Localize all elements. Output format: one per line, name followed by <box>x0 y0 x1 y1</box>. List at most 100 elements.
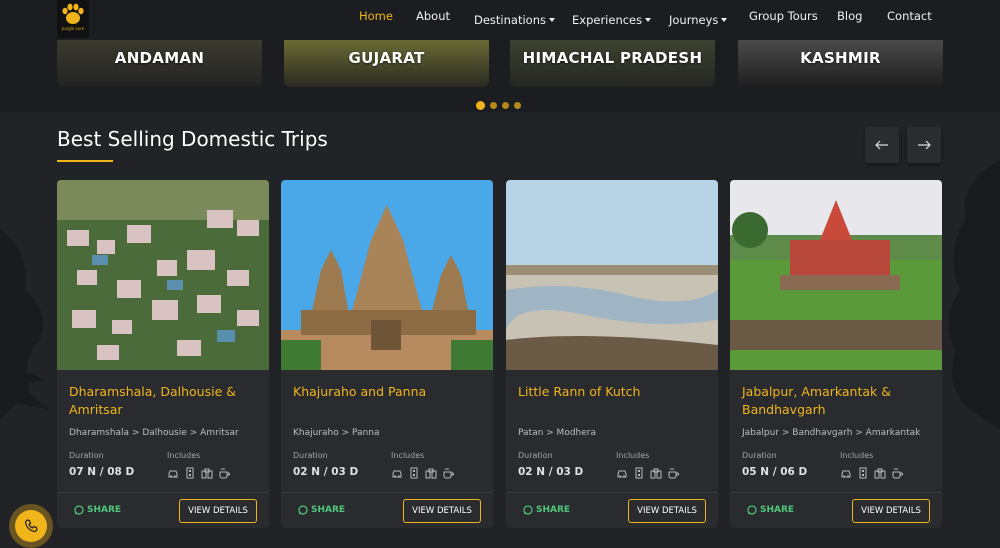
binoculars-icon <box>650 464 662 479</box>
view-details-button[interactable]: VIEW DETAILS <box>852 499 930 523</box>
duration-label: Duration <box>69 451 104 460</box>
trip-route: Khajuraho > Panna <box>293 428 380 438</box>
car-icon <box>391 464 403 478</box>
nav-about[interactable]: About <box>416 9 450 23</box>
nav-journeys[interactable]: Journeys <box>669 9 728 28</box>
brand-logo[interactable]: Jungle Lore <box>57 0 89 38</box>
trip-image <box>281 180 493 370</box>
trip-route: Dharamshala > Dalhousie > Amritsar <box>69 428 239 438</box>
carousel-dot[interactable] <box>502 102 509 109</box>
share-label: SHARE <box>536 505 571 515</box>
includes-icons <box>391 464 454 479</box>
chevron-down-icon <box>721 17 728 22</box>
view-details-button[interactable]: VIEW DETAILS <box>403 499 481 523</box>
nav-home[interactable]: Home <box>359 9 393 23</box>
hotel-icon <box>184 464 196 479</box>
includes-label: Includes <box>167 451 201 460</box>
destination-card-gujarat[interactable]: GUJARAT <box>284 40 489 87</box>
binoculars-icon <box>201 464 213 479</box>
car-icon <box>167 464 179 478</box>
card-footer: SHARE VIEW DETAILS <box>506 492 718 528</box>
duration-value: 05 N / 06 D <box>742 466 808 478</box>
carousel-dot[interactable] <box>476 101 485 110</box>
binoculars-icon <box>425 464 437 479</box>
trip-title[interactable]: Khajuraho and Panna <box>293 383 483 401</box>
includes-label: Includes <box>616 451 650 460</box>
car-icon <box>616 464 628 478</box>
view-details-button[interactable]: VIEW DETAILS <box>628 499 706 523</box>
carousel-dot[interactable] <box>490 102 497 109</box>
card-footer: SHARE VIEW DETAILS <box>57 492 269 528</box>
phone-icon <box>24 519 38 533</box>
share-label: SHARE <box>87 505 122 515</box>
trip-route: Jabalpur > Bandhavgarh > Amarkantak <box>742 428 921 438</box>
whatsapp-icon <box>74 505 84 515</box>
card-footer: SHARE VIEW DETAILS <box>730 492 942 528</box>
nav-destinations[interactable]: Destinations <box>474 9 555 28</box>
carousel-dots <box>476 101 521 110</box>
whatsapp-icon <box>747 505 757 515</box>
carousel-dot[interactable] <box>514 102 521 109</box>
destination-label: HIMACHAL PRADESH <box>522 49 703 67</box>
view-details-button[interactable]: VIEW DETAILS <box>179 499 257 523</box>
share-label: SHARE <box>311 505 346 515</box>
trip-card[interactable]: Little Rann of Kutch Patan > Modhera Dur… <box>506 180 718 528</box>
share-label: SHARE <box>760 505 795 515</box>
call-button[interactable] <box>9 504 53 548</box>
trip-image <box>506 180 718 370</box>
trip-title[interactable]: Jabalpur, Amarkantak & Bandhavgarh <box>742 383 932 419</box>
prev-button[interactable] <box>865 127 899 163</box>
destination-label: KASHMIR <box>800 49 881 67</box>
nav-experiences[interactable]: Experiences <box>572 9 652 28</box>
duration-value: 07 N / 08 D <box>69 466 135 478</box>
includes-icons <box>840 464 903 479</box>
chevron-down-icon <box>645 17 652 22</box>
whatsapp-icon <box>523 505 533 515</box>
binoculars-icon <box>874 464 886 479</box>
share-button[interactable]: SHARE <box>74 505 121 515</box>
trip-image <box>730 180 942 370</box>
meal-icon <box>442 464 454 479</box>
meal-icon <box>891 464 903 479</box>
share-button[interactable]: SHARE <box>298 505 345 515</box>
destination-card-andaman[interactable]: ANDAMAN <box>57 40 262 87</box>
trip-route: Patan > Modhera <box>518 428 596 438</box>
duration-value: 02 N / 03 D <box>518 466 584 478</box>
trip-title[interactable]: Dharamshala, Dalhousie & Amritsar <box>69 383 259 419</box>
next-button[interactable] <box>907 127 941 163</box>
includes-icons <box>616 464 679 479</box>
tree-silhouette-right <box>948 160 1000 430</box>
trip-card[interactable]: Khajuraho and Panna Khajuraho > Panna Du… <box>281 180 493 528</box>
chevron-down-icon <box>548 17 555 22</box>
car-icon <box>840 464 852 478</box>
section-title: Best Selling Domestic Trips <box>57 127 328 151</box>
trip-card[interactable]: Jabalpur, Amarkantak & Bandhavgarh Jabal… <box>730 180 942 528</box>
destination-label: GUJARAT <box>348 49 425 67</box>
hotel-icon <box>857 464 869 479</box>
trip-image <box>57 180 269 370</box>
duration-value: 02 N / 03 D <box>293 466 359 478</box>
duration-label: Duration <box>742 451 777 460</box>
trip-card[interactable]: Dharamshala, Dalhousie & Amritsar Dharam… <box>57 180 269 528</box>
card-footer: SHARE VIEW DETAILS <box>281 492 493 528</box>
destination-label: ANDAMAN <box>114 49 205 67</box>
call-button-inner <box>15 510 47 542</box>
destination-card-kashmir[interactable]: KASHMIR <box>738 40 943 87</box>
includes-label: Includes <box>391 451 425 460</box>
destination-card-himachal[interactable]: HIMACHAL PRADESH <box>510 40 715 87</box>
tree-silhouette-left <box>0 230 50 420</box>
title-underline <box>57 160 113 162</box>
meal-icon <box>667 464 679 479</box>
share-button[interactable]: SHARE <box>747 505 794 515</box>
arrow-left-icon <box>875 140 888 150</box>
nav-group-tours[interactable]: Group Tours <box>749 9 818 23</box>
duration-label: Duration <box>518 451 553 460</box>
logo-text: Jungle Lore <box>61 26 85 31</box>
trip-title[interactable]: Little Rann of Kutch <box>518 383 708 401</box>
nav-blog[interactable]: Blog <box>837 9 862 23</box>
share-button[interactable]: SHARE <box>523 505 570 515</box>
duration-label: Duration <box>293 451 328 460</box>
arrow-right-icon <box>918 140 931 150</box>
nav-contact[interactable]: Contact <box>887 9 932 23</box>
meal-icon <box>218 464 230 479</box>
